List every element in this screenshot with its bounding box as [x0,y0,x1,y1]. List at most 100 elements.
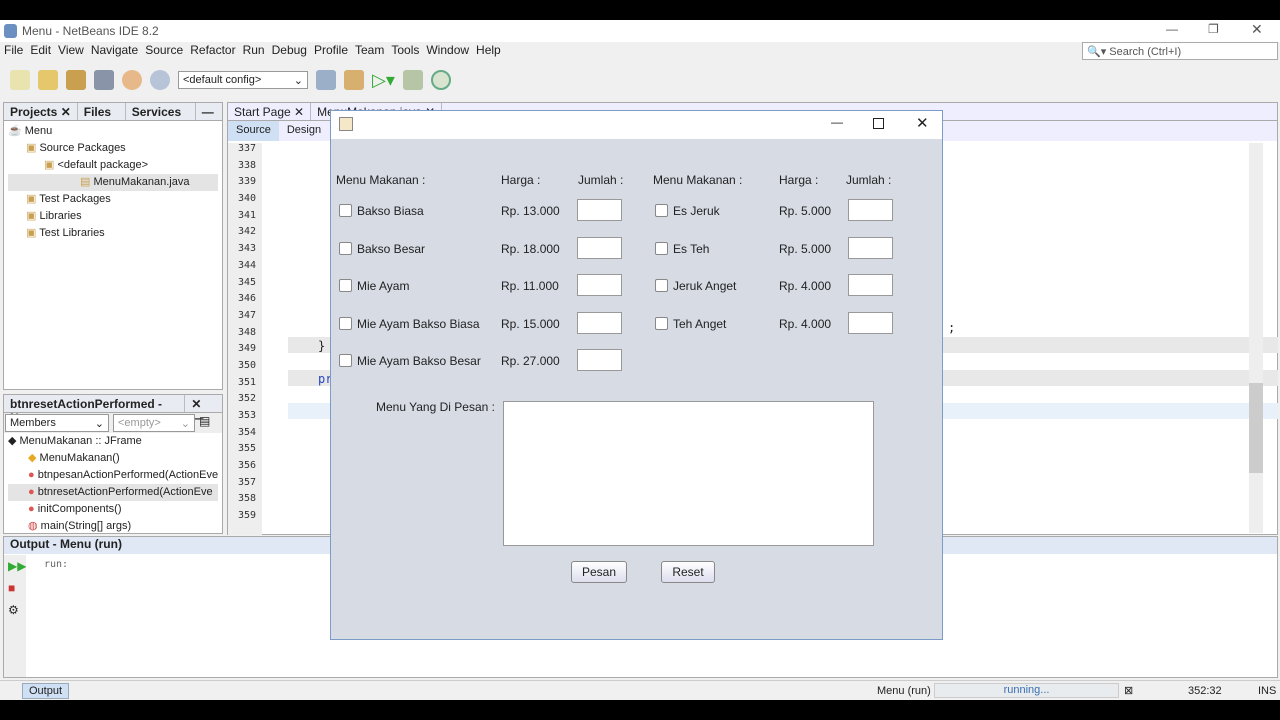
code-text[interactable]: ; [948,321,955,335]
item-checkbox[interactable] [655,279,668,292]
tree-item[interactable]: ▣ Source Packages [8,140,218,157]
item-name: Mie Ayam [357,279,410,293]
clean-build-icon[interactable] [344,70,364,90]
item-checkbox[interactable] [655,241,668,255]
tab-start-page[interactable]: Start Page ✕ [228,103,312,120]
menu-refactor[interactable]: Refactor [190,43,235,61]
jumlah-header: Jumlah : [578,173,624,187]
member-item[interactable]: ● btnresetActionPerformed(ActionEve [8,484,218,501]
rerun-icon[interactable]: ▶▶ [4,555,26,577]
search-input[interactable]: 🔍▾ Search (Ctrl+I) [1082,42,1278,60]
quantity-input[interactable] [848,236,893,259]
search-placeholder: Search (Ctrl+I) [1109,46,1182,58]
menu-view[interactable]: View [58,43,84,61]
restore-icon[interactable]: ❐ [1208,22,1219,36]
source-view-tab[interactable]: Source [228,121,279,141]
node-icon: ▣ [26,142,37,154]
quantity-input[interactable] [577,236,622,259]
build-icon[interactable] [316,70,336,90]
item-checkbox[interactable] [655,204,668,217]
tree-item[interactable]: ☕ Menu [8,123,218,140]
menu-debug[interactable]: Debug [272,43,307,61]
quantity-input[interactable] [848,274,893,296]
run-icon[interactable]: ▷▾ [372,70,395,91]
tab-services[interactable]: Services [126,103,196,120]
ordered-textarea[interactable] [503,401,874,546]
open-project-icon[interactable] [66,70,86,90]
tree-item[interactable]: ▤ MenuMakanan.java [8,174,218,191]
quantity-input[interactable] [577,274,622,296]
menu-run[interactable]: Run [243,43,265,61]
line-number: 355 [237,443,256,455]
debug-icon[interactable] [402,70,423,90]
pesan-button[interactable]: Pesan [571,561,627,583]
new-project-icon[interactable] [38,70,58,90]
line-number-gutter: 337 338 339 340 341 342 343 344 345 346 347 348 349 3… [228,143,262,535]
item-checkbox[interactable] [655,316,668,330]
maximize-icon[interactable] [873,118,884,129]
redo-icon[interactable] [150,70,170,90]
menu-window[interactable]: Window [426,43,469,61]
line-number: 351 [237,376,256,388]
tree-root[interactable]: ◆ MenuMakanan :: JFrame [8,433,218,450]
quantity-input[interactable] [577,199,622,221]
harga-header-drinks: Harga : [779,173,819,187]
tab-projects[interactable]: Projects ✕ [4,103,78,120]
editor-scrollbar[interactable] [1249,143,1263,533]
node-icon: ▤ [80,176,91,188]
menu-navigate[interactable]: Navigate [91,43,138,61]
config-select[interactable]: <default config> ⌄ [178,71,308,89]
item-checkbox[interactable] [339,316,352,330]
menu-file[interactable]: File [4,43,23,61]
tree-item[interactable]: ▣ Test Packages [8,191,218,208]
menu-tools[interactable]: Tools [391,43,419,61]
item-checkbox[interactable] [339,241,352,255]
line-number: 347 [237,309,256,321]
item-price: Rp. 13.000 [501,204,560,218]
design-view-tab[interactable]: Design [279,121,329,141]
javadoc-icon[interactable]: ▤ [199,414,210,432]
tree-item[interactable]: ▣ <default package> [8,157,218,174]
new-file-icon[interactable] [10,70,30,90]
item-checkbox[interactable] [339,279,352,292]
quantity-input[interactable] [577,311,622,334]
output-window-tab[interactable]: Output [22,683,70,699]
member-item[interactable]: ◍ main(String[] args) [8,518,218,535]
menu-team[interactable]: Team [355,43,384,61]
line-number: 352 [237,393,256,405]
line-number: 359 [237,510,256,522]
reset-button[interactable]: Reset [661,561,715,583]
cancel-task-icon[interactable]: ⊠ [1124,684,1133,697]
close-icon[interactable]: ✕ [1251,21,1263,38]
status-bar: Output Menu (run) running... ⊠ 352:32 IN… [0,680,1280,700]
members-filter-select[interactable]: Members ⌄ [5,414,109,432]
menu-source[interactable]: Source [145,43,183,61]
undo-icon[interactable] [122,70,142,90]
save-all-icon[interactable] [94,70,114,90]
quantity-input[interactable] [848,199,893,221]
close-icon[interactable]: ✕ — [185,395,222,425]
empty-select[interactable]: <empty> ⌄ [113,414,195,432]
quantity-input[interactable] [848,311,893,334]
member-item[interactable]: ◆ MenuMakanan() [8,450,218,467]
member-item[interactable]: ● btnpesanActionPerformed(ActionEve [8,467,218,484]
close-icon[interactable]: ✕ [916,114,929,132]
quantity-input[interactable] [577,349,622,371]
item-checkbox[interactable] [339,204,352,217]
item-checkbox[interactable] [339,354,352,367]
stop-icon[interactable]: ■ [4,577,26,599]
line-number: 343 [237,243,256,255]
minimize-panel-button[interactable]: — [196,103,220,120]
code-text[interactable]: } [318,339,325,353]
member-item[interactable]: ● initComponents() [8,501,218,518]
menu-help[interactable]: Help [476,43,501,61]
tab-files[interactable]: Files [78,103,126,120]
minimize-icon[interactable]: — [831,115,843,129]
settings-icon[interactable]: ⚙ [4,599,26,621]
tree-item[interactable]: ▣ Libraries [8,208,218,225]
menu-edit[interactable]: Edit [30,43,51,61]
minimize-icon[interactable]: — [1166,22,1178,36]
menu-profile[interactable]: Profile [314,43,348,61]
profile-icon[interactable] [430,70,451,90]
tree-item[interactable]: ▣ Test Libraries [8,225,218,242]
